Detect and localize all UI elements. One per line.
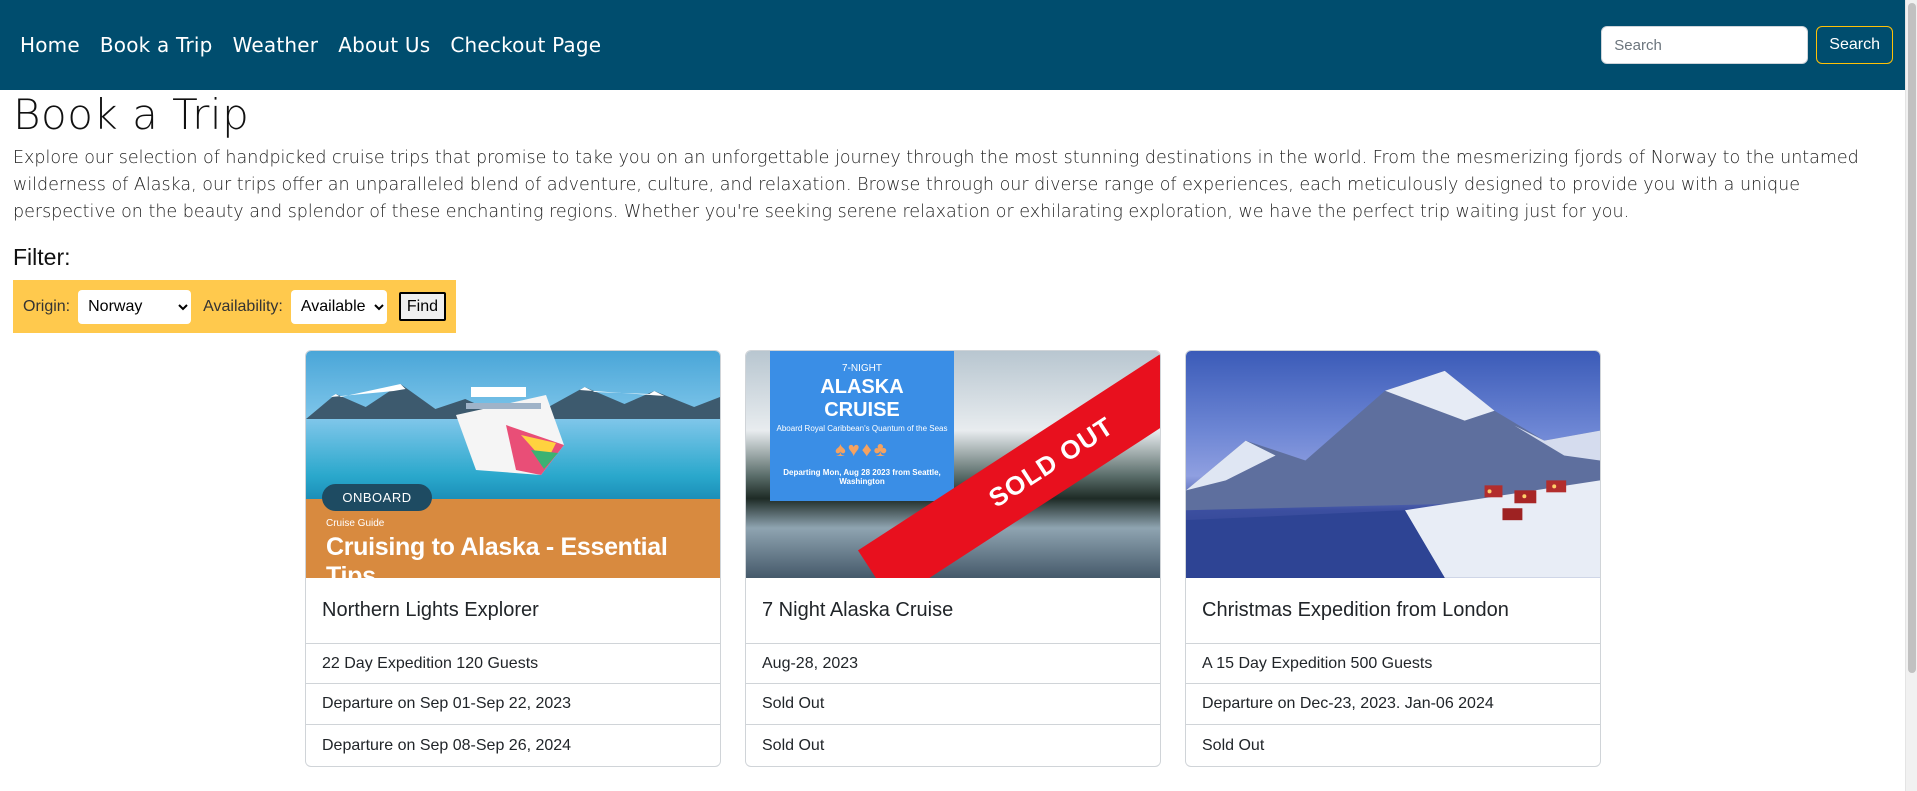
find-button[interactable]: Find [398,292,446,321]
card-detail-row: 22 Day Expedition 120 Guests [306,644,720,685]
nav-link-book-a-trip[interactable]: Book a Trip [92,25,221,65]
image-headline: Cruising to Alaska - Essential Tips [326,533,668,578]
poster-title: ALASKA [820,376,904,398]
card-image-norway-village [1186,351,1600,578]
card-image-alaska-guide: ONBOARD Cruise Guide Cruising to Alaska … [306,351,720,578]
cruise-ship-illustration [456,387,564,475]
card-detail-row: Sold Out [762,736,825,754]
availability-label: Availability: [203,297,283,315]
origin-label: Origin: [23,297,71,315]
card-title: 7 Night Alaska Cruise [746,578,1160,644]
poster-line: 7-NIGHT [842,363,882,374]
poster-title: CRUISE [824,399,900,421]
card-detail-row: A 15 Day Expedition 500 Guests [1186,644,1600,685]
onboard-badge: ONBOARD [322,484,432,511]
snowy-mountain-village-illustration [1186,370,1600,578]
page-title: Book a Trip [13,90,250,139]
poster-line: Aboard Royal Caribbean's Quantum of the … [776,424,948,433]
poster-line: Departing Mon, Aug 28 2023 from Seattle,… [783,468,941,486]
card-detail-row: Departure on Sep 01-Sep 22, 2023 [306,684,720,726]
top-navbar: Home Book a Trip Weather About Us Checko… [0,0,1905,90]
card-detail-row: Departure on Sep 08-Sep 26, 2024 [322,736,572,754]
nav-link-about-us[interactable]: About Us [330,25,438,65]
availability-select[interactable]: Available [290,289,387,324]
trip-cards: ONBOARD Cruise Guide Cruising to Alaska … [305,350,1601,767]
cruise-poster: 7-NIGHT ALASKA CRUISE Aboard Royal Carib… [770,351,954,501]
search-input[interactable] [1601,26,1809,64]
scrollbar-thumb[interactable] [1908,3,1916,673]
card-title: Christmas Expedition from London [1186,578,1600,644]
nav-search-form: Search [1601,26,1893,64]
nav-link-weather[interactable]: Weather [225,25,327,65]
cruise-guide-label: Cruise Guide [326,518,385,529]
card-detail-row: Departure on Dec-23, 2023. Jan-06 2024 [1186,684,1600,726]
card-detail-row: Aug-28, 2023 [746,644,1160,685]
card-title: Northern Lights Explorer [306,578,720,644]
filter-bar: Origin: Norway Availability: Available F… [13,280,456,333]
trip-card[interactable]: ONBOARD Cruise Guide Cruising to Alaska … [305,350,721,767]
filter-heading: Filter: [13,244,71,270]
card-suits-icon: ♠♥♦♣ [835,439,889,461]
card-detail-row: Sold Out [1202,736,1265,754]
card-detail-row: Sold Out [746,684,1160,726]
search-button[interactable]: Search [1816,26,1893,64]
nav-links: Home Book a Trip Weather About Us Checko… [12,25,609,65]
intro-paragraph: Explore our selection of handpicked crui… [13,148,1859,222]
origin-select[interactable]: Norway [78,289,192,324]
nav-link-checkout-page[interactable]: Checkout Page [442,25,609,65]
card-image-alaska-cruise: 7-NIGHT ALASKA CRUISE Aboard Royal Carib… [746,351,1160,578]
nav-link-home[interactable]: Home [12,25,88,65]
trip-card[interactable]: 7-NIGHT ALASKA CRUISE Aboard Royal Carib… [745,350,1161,767]
vertical-scrollbar[interactable] [1905,0,1917,791]
trip-card[interactable]: Christmas Expedition from London A 15 Da… [1185,350,1601,767]
